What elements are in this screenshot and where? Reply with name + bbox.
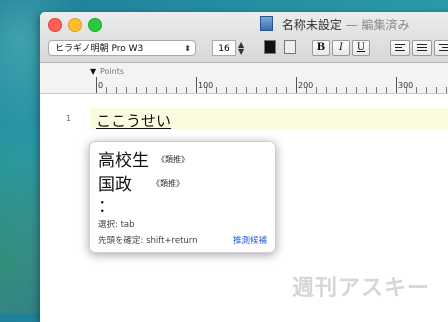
ruler-units-label: Points bbox=[100, 67, 125, 76]
candidate-tag: 《類推》 bbox=[152, 179, 184, 188]
popup-arrows-icon: ⬍ bbox=[184, 44, 191, 53]
tab-stop-icon[interactable]: ▼ bbox=[90, 67, 96, 76]
bold-button[interactable]: B bbox=[312, 40, 330, 56]
ruler-number: 100 bbox=[198, 81, 214, 90]
title-bar: 名称未設定 — 編集済み ヒラギノ明朝 Pro W3 ⬍ 16 ▲ ▼ B I U bbox=[40, 12, 448, 63]
font-family-value: ヒラギノ明朝 Pro W3 bbox=[55, 44, 144, 54]
underline-button[interactable]: U bbox=[352, 40, 370, 56]
document-name: 名称未設定 bbox=[281, 18, 342, 32]
italic-button[interactable]: I bbox=[332, 40, 350, 56]
align-center-button[interactable] bbox=[412, 40, 432, 56]
zoom-button[interactable] bbox=[88, 18, 102, 32]
candidate-item[interactable]: 高校生 《類推》 bbox=[98, 146, 189, 171]
background-color-well[interactable] bbox=[284, 40, 296, 54]
font-size-field[interactable]: 16 bbox=[212, 40, 236, 56]
font-size-stepper[interactable]: ▲ ▼ bbox=[238, 41, 244, 56]
ruler-number: 200 bbox=[298, 81, 314, 90]
ruler-number: 300 bbox=[398, 81, 414, 90]
watermark-logo: 週刊アスキー bbox=[291, 276, 430, 301]
hint-confirm: 先頭を確定: shift+return bbox=[98, 236, 198, 246]
predictive-candidates-link[interactable]: 推測候補 bbox=[233, 234, 267, 246]
style-buttons: B I U bbox=[312, 40, 372, 56]
candidate-word: ： bbox=[98, 197, 115, 217]
window-title: 名称未設定 — 編集済み bbox=[260, 16, 410, 33]
title-separator: — bbox=[345, 18, 358, 32]
ruler[interactable]: ▼ Points 0 100 200 300 bbox=[40, 63, 448, 94]
ruler-major-ticks bbox=[96, 77, 448, 93]
candidate-item[interactable]: ： bbox=[98, 192, 115, 217]
text-color-well[interactable] bbox=[264, 40, 276, 54]
marked-input-text[interactable]: ここうせい bbox=[96, 110, 171, 131]
conversion-candidates-panel: 高校生 《類推》 国政 《類推》 ： 選択: tab 先頭を確定: shift+re… bbox=[89, 141, 276, 253]
minimize-button[interactable] bbox=[68, 18, 82, 32]
align-right-button[interactable] bbox=[434, 40, 448, 56]
font-family-popup[interactable]: ヒラギノ明朝 Pro W3 ⬍ bbox=[48, 40, 196, 56]
hint-select: 選択: tab bbox=[98, 220, 135, 230]
candidate-tag: 《類推》 bbox=[157, 155, 189, 164]
document-icon bbox=[260, 16, 273, 31]
line-number: 1 bbox=[66, 114, 72, 123]
edited-status: 編集済み bbox=[361, 18, 410, 32]
ruler-number: 0 bbox=[98, 81, 104, 90]
close-button[interactable] bbox=[48, 18, 62, 32]
align-left-button[interactable] bbox=[390, 40, 410, 56]
candidate-word: 高校生 bbox=[98, 151, 149, 171]
alignment-buttons bbox=[390, 40, 448, 56]
format-bar: ヒラギノ明朝 Pro W3 ⬍ 16 ▲ ▼ B I U bbox=[40, 40, 448, 60]
